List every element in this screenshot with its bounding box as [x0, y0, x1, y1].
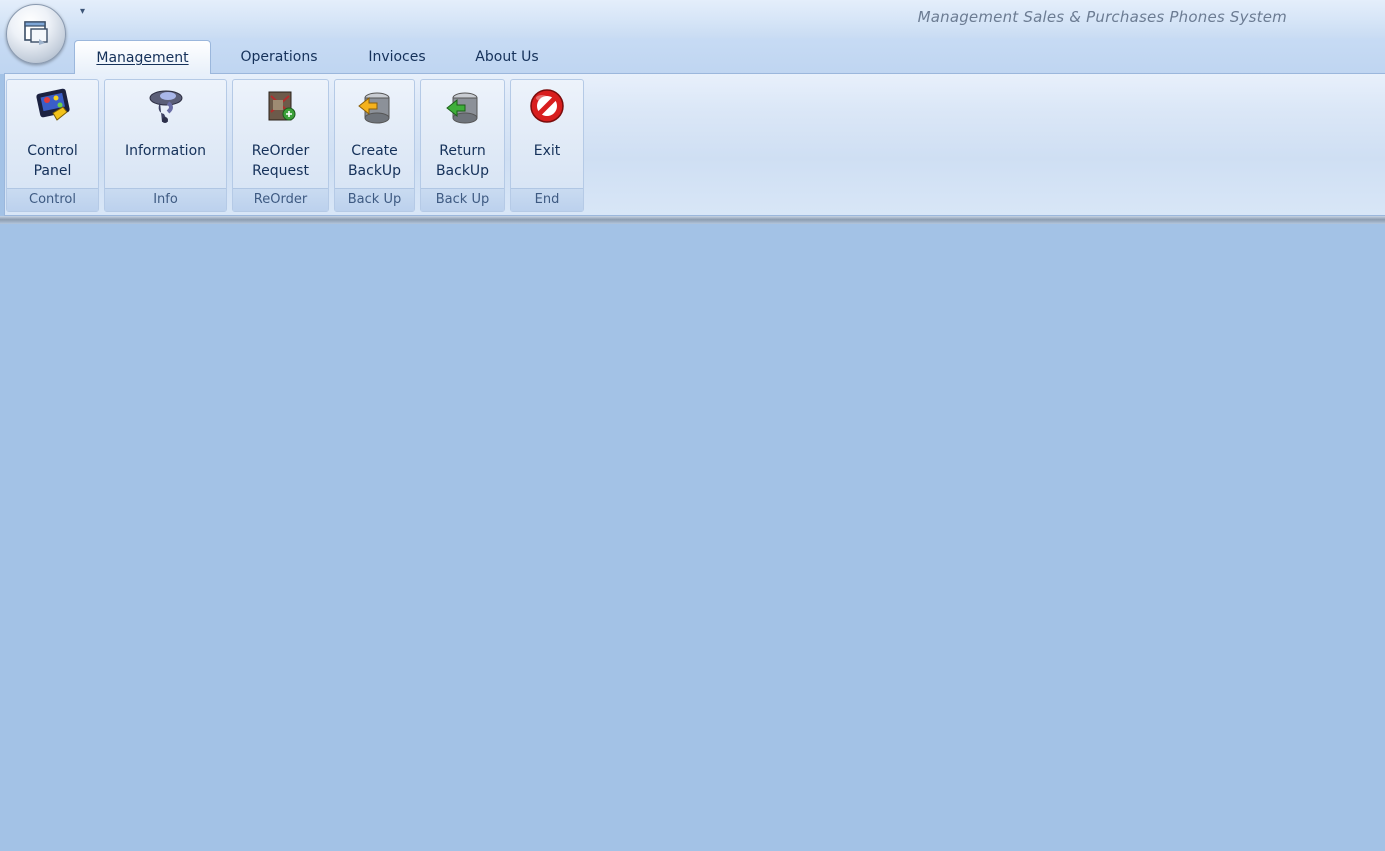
group-label: ReOrder: [233, 188, 328, 211]
exit-icon: [527, 86, 567, 126]
ribbon-bottom-border: [0, 216, 1385, 224]
tab-operations[interactable]: Operations: [222, 40, 336, 74]
reorder-request-button[interactable]: ReOrder Request: [233, 80, 328, 188]
tab-about-us[interactable]: About Us: [458, 40, 556, 74]
exit-button[interactable]: Exit: [511, 80, 583, 188]
ribbon-group-control: Control Panel Control: [6, 79, 99, 212]
control-panel-button[interactable]: Control Panel: [7, 80, 98, 188]
information-button[interactable]: Information: [105, 80, 226, 188]
group-label: Control: [7, 188, 98, 211]
group-label: Back Up: [335, 188, 414, 211]
button-label-line1: Exit: [533, 143, 561, 159]
application-logo-icon: [19, 15, 53, 53]
tab-label: Management: [96, 49, 189, 66]
create-backup-button[interactable]: Create BackUp: [335, 80, 414, 188]
tab-management[interactable]: Management: [74, 40, 211, 74]
group-label: End: [511, 188, 583, 211]
reorder-request-icon: [261, 86, 301, 126]
ribbon-group-backup-create: Create BackUp Back Up: [334, 79, 415, 212]
group-label: Back Up: [421, 188, 504, 211]
button-label-line1: Information: [124, 143, 207, 159]
application-menu-button[interactable]: [6, 4, 66, 64]
window-title: Management Sales & Purchases Phones Syst…: [917, 8, 1287, 26]
button-label-line1: Control: [27, 143, 78, 159]
button-label-line1: ReOrder: [251, 143, 310, 159]
button-label-line1: Return: [439, 143, 486, 159]
tab-label: About Us: [475, 49, 539, 65]
button-label-line2: Panel: [33, 163, 72, 179]
ribbon-group-end: Exit End: [510, 79, 584, 212]
tab-label: Invioces: [368, 49, 426, 65]
return-backup-button[interactable]: Return BackUp: [421, 80, 504, 188]
group-label: Info: [105, 188, 226, 211]
button-label-line2: BackUp: [347, 163, 402, 179]
button-label-line1: Create: [351, 143, 398, 159]
return-backup-icon: [443, 86, 483, 126]
tab-invioces[interactable]: Invioces: [352, 40, 442, 74]
ribbon-group-reorder: ReOrder Request ReOrder: [232, 79, 329, 212]
main-workspace: [6, 224, 1375, 851]
control-panel-icon: [33, 86, 73, 126]
button-label-line2: Request: [252, 163, 309, 179]
ribbon-group-info: Information Info: [104, 79, 227, 212]
tab-label: Operations: [240, 49, 318, 65]
information-icon: [146, 86, 186, 126]
quick-access-dropdown-icon[interactable]: ▾: [80, 6, 85, 17]
ribbon-group-backup-return: Return BackUp Back Up: [420, 79, 505, 212]
button-label-line2: BackUp: [435, 163, 490, 179]
create-backup-icon: [355, 86, 395, 126]
